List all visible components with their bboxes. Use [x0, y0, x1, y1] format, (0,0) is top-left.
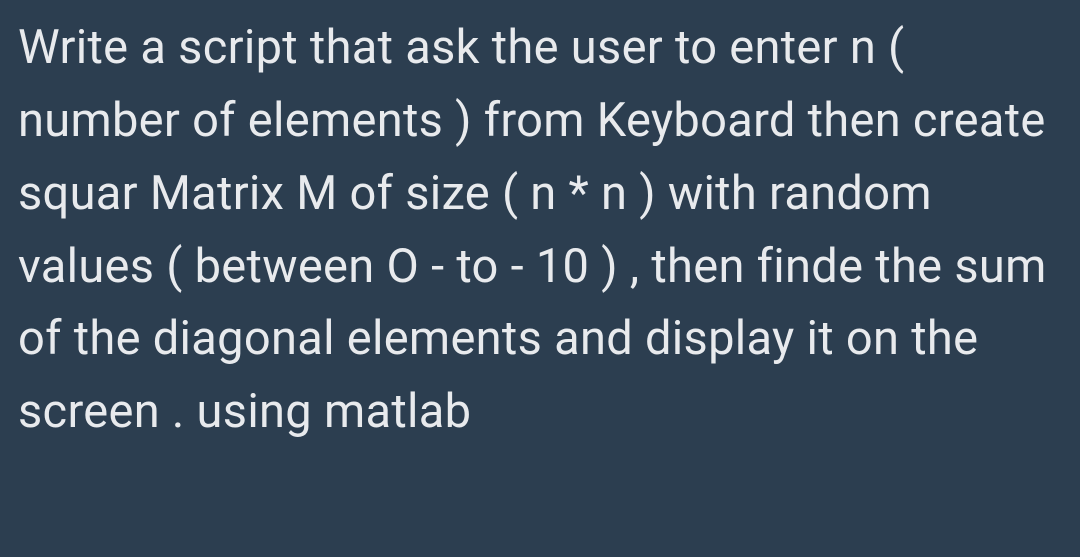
question-text: Write a script that ask the user to ente…: [18, 12, 1062, 449]
